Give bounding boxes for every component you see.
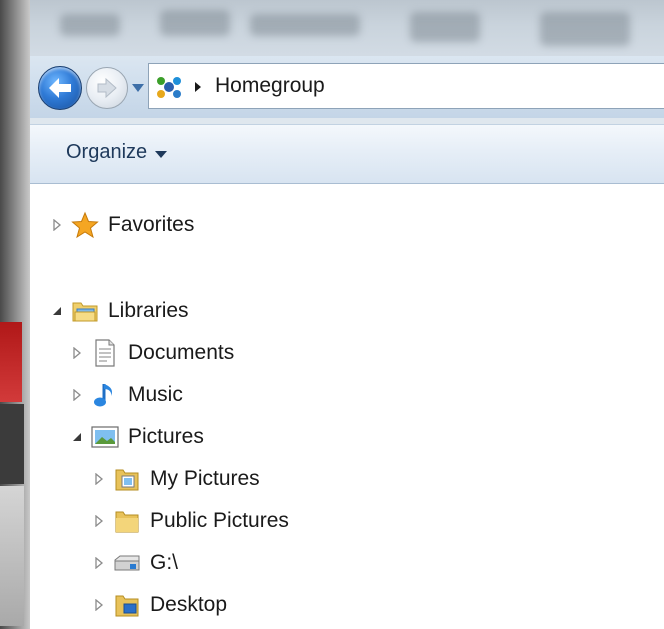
tree-label-libraries: Libraries: [108, 299, 189, 322]
forward-button[interactable]: [86, 67, 128, 109]
navigation-bar: Homegroup: [30, 56, 664, 118]
folder-icon: [112, 506, 142, 536]
background-window-strip: [0, 0, 664, 62]
tree-label-favorites: Favorites: [108, 213, 195, 236]
tree-label-music: Music: [128, 383, 183, 406]
tree-item-favorites[interactable]: Favorites: [50, 208, 194, 242]
tree-label-pictures: Pictures: [128, 425, 204, 448]
expand-arrow-icon[interactable]: [70, 388, 84, 402]
tree-item-desktop[interactable]: Desktop: [92, 588, 227, 622]
expand-arrow-icon[interactable]: [92, 598, 106, 612]
tree-label-my-pictures: My Pictures: [150, 467, 260, 490]
tree-label-desktop: Desktop: [150, 593, 228, 616]
music-note-icon: [90, 380, 120, 410]
expand-arrow-icon[interactable]: [92, 556, 106, 570]
explorer-window: Homegroup Organize Favorites Libraries D…: [0, 0, 664, 629]
collapse-arrow-icon[interactable]: [70, 430, 84, 444]
expand-arrow-icon[interactable]: [92, 472, 106, 486]
forward-arrow-icon: [97, 77, 117, 99]
chevron-down-icon: [132, 84, 144, 92]
expand-arrow-icon[interactable]: [92, 514, 106, 528]
address-bar[interactable]: Homegroup: [148, 63, 664, 109]
tree-item-g-drive[interactable]: G:\: [92, 546, 178, 580]
navigation-pane: Favorites Libraries Documents Music Pict…: [30, 184, 664, 629]
breadcrumb-homegroup[interactable]: Homegroup: [215, 74, 325, 98]
command-bar: Organize: [30, 124, 664, 184]
tree-item-libraries[interactable]: Libraries: [50, 294, 189, 328]
collapse-arrow-icon[interactable]: [50, 304, 64, 318]
desktop-left-edge: [0, 0, 30, 629]
tree-item-public-pictures[interactable]: Public Pictures: [92, 504, 289, 538]
libraries-folder-icon: [70, 296, 100, 326]
tree-item-documents[interactable]: Documents: [70, 336, 234, 370]
drive-icon: [112, 548, 142, 578]
tree-label-documents: Documents: [128, 341, 235, 364]
recent-pages-button[interactable]: [130, 80, 146, 96]
tree-label-g-drive: G:\: [150, 551, 179, 574]
star-icon: [70, 210, 100, 240]
document-icon: [90, 338, 120, 368]
folder-icon: [112, 590, 142, 620]
caret-down-icon: [155, 150, 168, 158]
organize-label: Organize: [66, 141, 148, 163]
organize-button[interactable]: Organize: [66, 141, 168, 164]
back-button[interactable]: [38, 66, 82, 110]
homegroup-icon: [157, 77, 181, 98]
expand-arrow-icon[interactable]: [50, 218, 64, 232]
expand-arrow-icon[interactable]: [70, 346, 84, 360]
picture-icon: [90, 422, 120, 452]
tree-item-pictures[interactable]: Pictures: [70, 420, 204, 454]
tree-label-public-pictures: Public Pictures: [150, 509, 289, 532]
folder-icon: [112, 464, 142, 494]
tree-item-my-pictures[interactable]: My Pictures: [92, 462, 260, 496]
back-arrow-icon: [49, 78, 71, 98]
tree-item-music[interactable]: Music: [70, 378, 183, 412]
breadcrumb-arrow-icon[interactable]: [193, 81, 203, 93]
